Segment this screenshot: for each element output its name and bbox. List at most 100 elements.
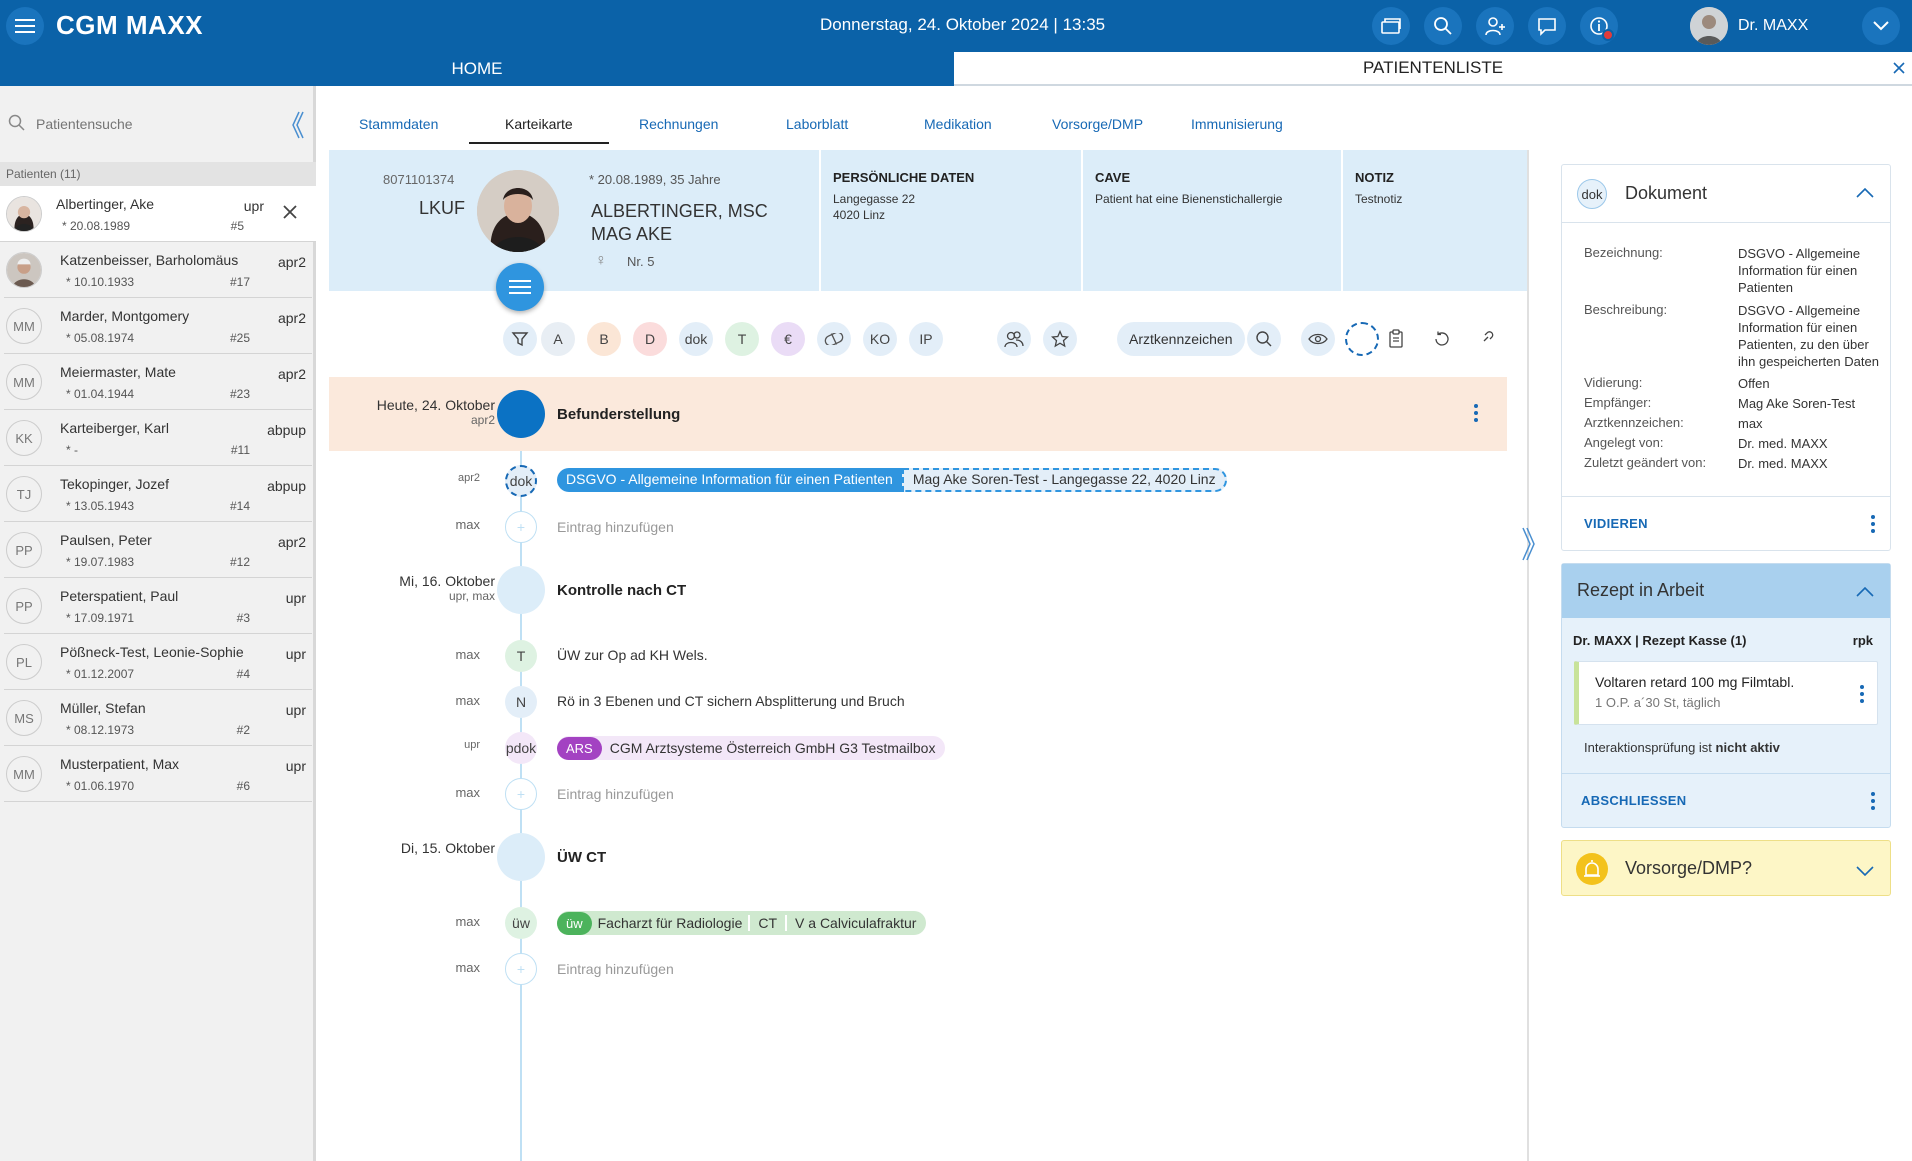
patient-initials: MM bbox=[6, 364, 42, 400]
close-icon[interactable] bbox=[1892, 60, 1906, 80]
chevron-down-icon[interactable] bbox=[1856, 863, 1874, 879]
search-icon bbox=[8, 114, 26, 135]
patient-search-input[interactable] bbox=[36, 116, 266, 132]
chat-icon[interactable] bbox=[1528, 7, 1566, 45]
add-entry-icon[interactable]: + bbox=[505, 778, 537, 810]
chevron-up-icon[interactable] bbox=[1856, 584, 1874, 600]
tab-patientenliste[interactable]: PATIENTENLISTE bbox=[954, 52, 1912, 86]
tab-immunisierung[interactable]: Immunisierung bbox=[1191, 116, 1283, 132]
vorsorge-card[interactable]: Vorsorge/DMP? bbox=[1561, 840, 1891, 896]
day-header-date: Mi, 16. Oktober upr, max bbox=[399, 573, 495, 603]
address-line2: 4020 Linz bbox=[833, 208, 886, 222]
history-icon[interactable] bbox=[1425, 322, 1459, 356]
arztkennzeichen-filter[interactable]: Arztkennzeichen bbox=[1117, 322, 1245, 356]
expand-panel-icon[interactable] bbox=[1521, 526, 1535, 565]
referral-specialty: Facharzt für Radiologie bbox=[592, 915, 751, 931]
patient-row[interactable]: MM Marder, Montgomery * 05.08.1974 apr2 … bbox=[4, 298, 312, 354]
more-options-icon[interactable] bbox=[1473, 403, 1479, 426]
draft-filter-icon[interactable] bbox=[1345, 322, 1379, 356]
patient-id: 8071101374 bbox=[383, 172, 455, 187]
more-options-icon[interactable] bbox=[1870, 791, 1876, 814]
filter-chip-ko[interactable]: KO bbox=[863, 322, 897, 356]
filter-chip-d[interactable]: D bbox=[633, 322, 667, 356]
tab-karteikarte[interactable]: Karteikarte bbox=[469, 116, 609, 144]
day-title[interactable]: ÜW CT bbox=[557, 849, 606, 866]
filter-icon[interactable] bbox=[503, 322, 537, 356]
mail-entry[interactable]: ARS CGM Arztsysteme Österreich GmbH G3 T… bbox=[557, 736, 946, 760]
day-title[interactable]: Befunderstellung bbox=[557, 406, 680, 423]
entry-text[interactable]: ÜW zur Op ad KH Wels. bbox=[557, 647, 708, 663]
patient-row[interactable]: Katzenbeisser, Barholomäus * 10.10.1933 … bbox=[4, 242, 312, 298]
user-menu[interactable]: Dr. MAXX bbox=[1690, 7, 1808, 45]
day-title[interactable]: Kontrolle nach CT bbox=[557, 582, 686, 599]
vidieren-button[interactable]: VIDIEREN bbox=[1584, 516, 1648, 531]
patient-row[interactable]: PP Peterspatient, Paul * 17.09.1971 upr … bbox=[4, 578, 312, 634]
tab-vorsorge-dmp[interactable]: Vorsorge/DMP bbox=[1052, 116, 1143, 132]
tab-stammdaten[interactable]: Stammdaten bbox=[359, 116, 438, 132]
tab-home[interactable]: HOME bbox=[0, 52, 954, 86]
patient-number: #17 bbox=[229, 275, 250, 289]
search-icon[interactable] bbox=[1424, 7, 1462, 45]
notiz-title: NOTIZ bbox=[1355, 170, 1394, 185]
filter-chip-euro[interactable]: € bbox=[771, 322, 805, 356]
link-icon[interactable] bbox=[1469, 322, 1503, 356]
prescription-card-header[interactable]: Rezept in Arbeit bbox=[1562, 564, 1890, 618]
more-options-icon[interactable] bbox=[1859, 684, 1865, 707]
search-icon[interactable] bbox=[1247, 322, 1281, 356]
add-entry-icon[interactable]: + bbox=[505, 953, 537, 985]
doc-value-arztkennzeichen: max bbox=[1738, 416, 1763, 431]
patient-row[interactable]: MS Müller, Stefan * 08.12.1973 upr #2 bbox=[4, 690, 312, 746]
patient-row[interactable]: Albertinger, Ake * 20.08.1989 upr #5 bbox=[0, 186, 316, 242]
patient-row[interactable]: KK Karteiberger, Karl * - abpup #11 bbox=[4, 410, 312, 466]
tab-laborblatt[interactable]: Laborblatt bbox=[786, 116, 848, 132]
prescription-code: rpk bbox=[1852, 633, 1873, 648]
filter-chip-dok[interactable]: dok bbox=[679, 322, 713, 356]
filter-chip-ip[interactable]: IP bbox=[909, 322, 943, 356]
clipboard-icon[interactable] bbox=[1379, 322, 1413, 356]
entry-type-pdok: pdok bbox=[505, 732, 537, 764]
patient-row[interactable]: MM Meiermaster, Mate * 01.04.1944 apr2 #… bbox=[4, 354, 312, 410]
close-icon[interactable] bbox=[282, 204, 298, 223]
day-marker bbox=[497, 566, 545, 614]
document-entry[interactable]: DSGVO - Allgemeine Information für einen… bbox=[557, 468, 1227, 492]
filter-chip-a[interactable]: A bbox=[541, 322, 575, 356]
entry-text[interactable]: Rö in 3 Ebenen und CT sichern Absplitter… bbox=[557, 693, 905, 709]
tab-rechnungen[interactable]: Rechnungen bbox=[639, 116, 718, 132]
add-patient-icon[interactable] bbox=[1476, 7, 1514, 45]
doc-value-beschreibung: DSGVO - Allgemeine Information für einen… bbox=[1738, 303, 1879, 369]
users-icon[interactable] bbox=[997, 322, 1031, 356]
filter-chip-t[interactable]: T bbox=[725, 322, 759, 356]
patient-row[interactable]: TJ Tekopinger, Jozef * 13.05.1943 abpup … bbox=[4, 466, 312, 522]
tab-medikation[interactable]: Medikation bbox=[924, 116, 992, 132]
entry-menu-button[interactable] bbox=[496, 263, 544, 311]
patient-row[interactable]: PL Pößneck-Test, Leonie-Sophie * 01.12.2… bbox=[4, 634, 312, 690]
add-entry-icon[interactable]: + bbox=[505, 511, 537, 543]
menu-icon[interactable] bbox=[6, 7, 44, 45]
add-entry-link[interactable]: Eintrag hinzufügen bbox=[557, 786, 674, 802]
referral-entry[interactable]: üw Facharzt für Radiologie CT V a Calvic… bbox=[557, 911, 927, 935]
filter-chip-b[interactable]: B bbox=[587, 322, 621, 356]
document-card-header[interactable]: dok Dokument bbox=[1562, 165, 1890, 223]
chevron-up-icon[interactable] bbox=[1856, 185, 1874, 201]
patient-number: #14 bbox=[229, 499, 250, 513]
star-icon[interactable] bbox=[1043, 322, 1077, 356]
abschliessen-button[interactable]: ABSCHLIESSEN bbox=[1581, 793, 1686, 808]
more-options-icon[interactable] bbox=[1870, 514, 1876, 537]
patient-row[interactable]: MM Musterpatient, Max * 01.06.1970 upr #… bbox=[4, 746, 312, 802]
day-marker bbox=[497, 390, 545, 438]
info-icon[interactable] bbox=[1580, 7, 1618, 45]
patient-row[interactable]: PP Paulsen, Peter * 19.07.1983 apr2 #12 bbox=[4, 522, 312, 578]
collapse-sidebar-icon[interactable] bbox=[290, 110, 304, 143]
add-entry-link[interactable]: Eintrag hinzufügen bbox=[557, 961, 674, 977]
chevron-down-icon[interactable] bbox=[1862, 7, 1900, 45]
app-logo: CGM MAXX bbox=[56, 10, 203, 40]
cards-icon[interactable] bbox=[1372, 7, 1410, 45]
add-entry-link[interactable]: Eintrag hinzufügen bbox=[557, 519, 674, 535]
panel-divider bbox=[1527, 150, 1529, 1161]
ars-badge: ARS bbox=[557, 736, 602, 760]
eye-icon[interactable] bbox=[1301, 322, 1335, 356]
pill-icon[interactable] bbox=[817, 322, 851, 356]
medication-item[interactable]: Voltaren retard 100 mg Filmtabl. 1 O.P. … bbox=[1574, 661, 1878, 725]
prescription-header: Dr. MAXX | Rezept Kasse (1) bbox=[1573, 633, 1747, 648]
female-icon: ♀ bbox=[595, 252, 607, 269]
